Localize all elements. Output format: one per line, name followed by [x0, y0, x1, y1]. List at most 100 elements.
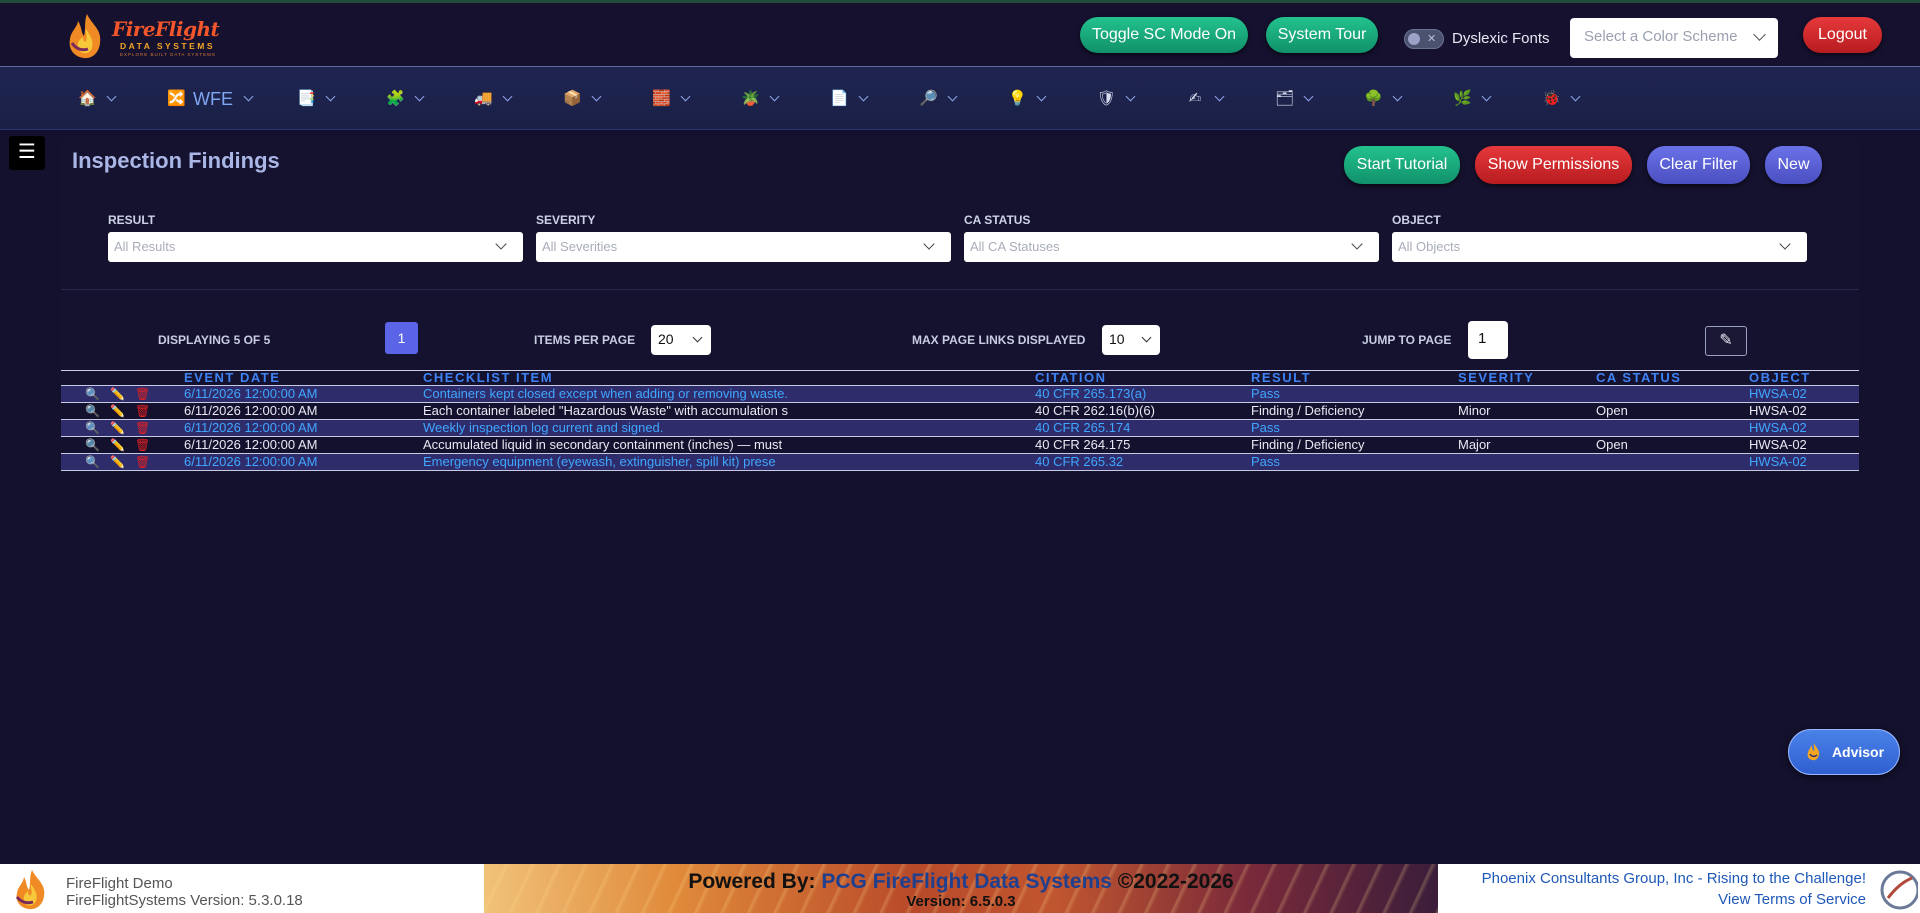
view-icon[interactable]: 🔍	[85, 454, 100, 470]
chevron-down-icon	[1125, 91, 1136, 102]
nav-module-2[interactable]: 🔀 WFE	[167, 86, 254, 112]
hand-writing-icon: ✍	[1188, 90, 1202, 107]
delete-icon[interactable]: 🗑	[135, 454, 150, 470]
object-filter-select[interactable]: All Objects	[1392, 232, 1807, 262]
nav-module-8[interactable]: 🪴	[741, 86, 780, 112]
nav-module-17[interactable]: 🐞	[1542, 86, 1581, 112]
column-header-result[interactable]: RESULT	[1251, 371, 1311, 385]
edit-icon[interactable]: ✏️	[110, 437, 125, 453]
items-per-page-select[interactable]: 20	[651, 325, 711, 355]
nav-module-15[interactable]: 🌳	[1364, 86, 1403, 112]
severity-filter-select[interactable]: All Severities	[536, 232, 951, 262]
result-filter-placeholder: All Results	[114, 239, 176, 254]
findings-table: EVENT DATE CHECKLIST ITEM CITATION RESULT SE…	[61, 370, 1859, 471]
view-icon[interactable]: 🔍	[85, 386, 100, 402]
nav-module-16[interactable]: 🌿	[1453, 86, 1492, 112]
color-scheme-select[interactable]: Select a Color Scheme	[1570, 18, 1778, 58]
color-scheme-placeholder: Select a Color Scheme	[1584, 28, 1738, 45]
advisor-button[interactable]: Advisor	[1788, 729, 1900, 775]
fireflight-logo[interactable]: FireFlight DATA SYSTEMS EXPLORE BUILT DA…	[62, 9, 242, 63]
column-header-object[interactable]: OBJECT	[1749, 371, 1811, 385]
nav-module-1[interactable]: 🏠	[78, 86, 117, 112]
sidebar-menu-button[interactable]: ☰	[9, 136, 45, 170]
dyslexic-fonts-toggle[interactable]: ✕	[1404, 29, 1444, 49]
view-icon[interactable]: 🔍	[85, 420, 100, 436]
new-button[interactable]: New	[1765, 146, 1822, 184]
cell-citation: 40 CFR 265.32	[1035, 455, 1124, 469]
column-header-severity[interactable]: SEVERITY	[1458, 371, 1534, 385]
max-page-links-select[interactable]: 10	[1102, 325, 1160, 355]
filter-divider	[61, 289, 1859, 290]
chevron-down-icon	[680, 91, 691, 102]
chevron-down-icon	[947, 91, 958, 102]
view-icon[interactable]: 🔍	[85, 437, 100, 453]
chevron-down-icon	[1392, 91, 1403, 102]
chevron-down-icon	[502, 91, 513, 102]
box-icon: 📦	[563, 90, 582, 107]
footer-app-version: FireFlightSystems Version: 5.3.0.18	[66, 892, 303, 909]
nav-module-11[interactable]: 💡	[1008, 86, 1047, 112]
system-tour-button[interactable]: System Tour	[1266, 17, 1378, 53]
chevron-down-icon	[1141, 332, 1152, 343]
ca-status-filter-select[interactable]: All CA Statuses	[964, 232, 1379, 262]
delete-icon[interactable]: 🗑	[135, 437, 150, 453]
bug-icon: 🐞	[1542, 90, 1561, 107]
logout-button[interactable]: Logout	[1803, 17, 1882, 53]
edit-icon[interactable]: ✏️	[110, 403, 125, 419]
table-row[interactable]: 🔍 ✏️ 🗑 6/11/2026 12:00:00 AM Emergency equip…	[61, 454, 1859, 471]
jump-to-page-input[interactable]: 1	[1468, 321, 1508, 359]
system-version: Version: 6.5.0.3	[906, 893, 1016, 910]
chevron-down-icon	[1481, 91, 1492, 102]
chevron-down-icon	[495, 238, 507, 250]
column-header-ca-status[interactable]: CA STATUS	[1596, 371, 1681, 385]
cell-event-date: 6/11/2026 12:00:00 AM	[184, 387, 318, 401]
page-link-1[interactable]: 1	[385, 322, 418, 354]
cell-event-date: 6/11/2026 12:00:00 AM	[184, 455, 318, 469]
cell-object: HWSA-02	[1749, 387, 1807, 401]
toggle-knob	[1408, 33, 1420, 45]
column-header-checklist-item[interactable]: CHECKLIST ITEM	[423, 371, 553, 385]
chevron-down-icon	[106, 91, 117, 102]
nav-module-12[interactable]: 🛡	[1097, 86, 1136, 112]
column-header-event-date[interactable]: EVENT DATE	[184, 371, 280, 385]
chevron-down-icon	[325, 91, 336, 102]
nav-module-7[interactable]: 🧱	[652, 86, 691, 112]
cell-object: HWSA-02	[1749, 455, 1807, 469]
squares-icon: 🗂	[1275, 90, 1295, 107]
company-link[interactable]: Phoenix Consultants Group, Inc - Rising …	[1482, 868, 1866, 889]
nav-module-10[interactable]: 🔎	[919, 86, 958, 112]
ca-status-filter-placeholder: All CA Statuses	[970, 239, 1060, 254]
clear-filter-button[interactable]: Clear Filter	[1647, 146, 1750, 184]
edit-icon[interactable]: ✏️	[110, 454, 125, 470]
table-row[interactable]: 🔍 ✏️ 🗑 6/11/2026 12:00:00 AM Accumulated liq…	[61, 437, 1859, 454]
delete-icon[interactable]: 🗑	[135, 386, 150, 402]
delete-icon[interactable]: 🗑	[135, 420, 150, 436]
view-icon[interactable]: 🔍	[85, 403, 100, 419]
footer: FireFlight Demo FireFlightSystems Versio…	[0, 864, 1920, 913]
nav-module-14[interactable]: 🗂	[1275, 86, 1314, 112]
show-permissions-button[interactable]: Show Permissions	[1475, 146, 1632, 184]
nav-module-label: WFE	[193, 88, 233, 109]
nav-module-4[interactable]: 🧩	[386, 86, 425, 112]
start-tutorial-button[interactable]: Start Tutorial	[1344, 146, 1460, 184]
jump-to-page-label: JUMP TO PAGE	[1362, 333, 1452, 347]
column-header-citation[interactable]: CITATION	[1035, 371, 1106, 385]
powered-by-banner: Powered By: PCG FireFlight Data Systems …	[484, 864, 1438, 913]
edit-icon[interactable]: ✏️	[110, 420, 125, 436]
delete-icon[interactable]: 🗑	[135, 403, 150, 419]
logo-name: FireFlight	[112, 17, 220, 41]
table-row[interactable]: 🔍 ✏️ 🗑 6/11/2026 12:00:00 AM Containers kept…	[61, 386, 1859, 403]
edit-columns-button[interactable]: ✎	[1705, 326, 1747, 356]
table-row[interactable]: 🔍 ✏️ 🗑 6/11/2026 12:00:00 AM Each container …	[61, 403, 1859, 420]
terms-of-service-link[interactable]: View Terms of Service	[1482, 889, 1866, 910]
nav-module-6[interactable]: 📦	[563, 86, 602, 112]
result-filter-select[interactable]: All Results	[108, 232, 523, 262]
nav-module-5[interactable]: 🚚	[474, 86, 513, 112]
nav-module-13[interactable]: ✍	[1186, 86, 1225, 112]
table-row[interactable]: 🔍 ✏️ 🗑 6/11/2026 12:00:00 AM Weekly inspecti…	[61, 420, 1859, 437]
toggle-sc-mode-button[interactable]: Toggle SC Mode On	[1080, 17, 1248, 53]
nav-module-3[interactable]: 📑	[297, 86, 336, 112]
edit-icon[interactable]: ✏️	[110, 386, 125, 402]
nav-module-9[interactable]: 📄	[830, 86, 869, 112]
chevron-down-icon	[1303, 91, 1314, 102]
